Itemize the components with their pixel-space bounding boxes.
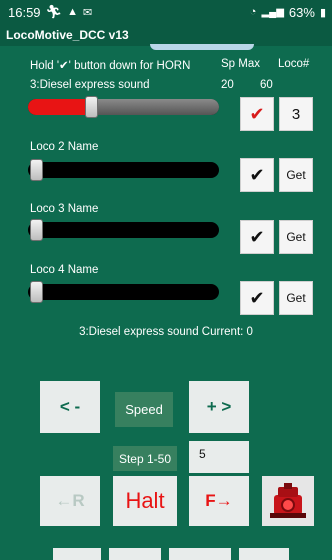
loco3-horn-check-button[interactable]: ✔	[240, 220, 274, 254]
loco2-speed-slider[interactable]	[28, 159, 219, 181]
loco1-speed-slider[interactable]	[28, 96, 219, 118]
battery-icon: ▮	[319, 6, 326, 19]
loco1-speed-value: 20	[221, 79, 234, 91]
loco1-slider-thumb[interactable]	[85, 96, 98, 118]
reverse-button[interactable]: ←R	[40, 476, 100, 526]
loco1-sp-max: 60	[260, 79, 273, 91]
title-tab-indicator	[150, 44, 254, 50]
loco3-name: Loco 3 Name	[30, 203, 99, 215]
signal-icon: ▂▄▆	[261, 6, 284, 18]
loco1-horn-check-button[interactable]: ✔	[240, 97, 274, 131]
loco1-slider-fill	[28, 99, 91, 115]
loco-number-header: Loco#	[278, 58, 310, 70]
loco3-speed-slider[interactable]	[28, 219, 219, 241]
speed-decrease-button[interactable]: < -	[40, 381, 100, 433]
loco2-slider-thumb[interactable]	[30, 159, 43, 181]
clock: 16:59	[8, 4, 41, 20]
halt-button[interactable]: Halt	[113, 476, 177, 526]
battery-percent: 63%	[288, 4, 315, 20]
bottom-button-3[interactable]	[169, 548, 231, 560]
wifi-icon: ◔	[249, 6, 257, 18]
speed-label: Speed	[115, 392, 173, 427]
loco1-slider-rest	[91, 99, 219, 115]
loco4-name: Loco 4 Name	[30, 264, 99, 276]
horn-hint: Hold '✔' button down for HORN	[30, 60, 191, 72]
app-title: LocoMotive_DCC v13	[6, 28, 129, 42]
bottom-button-4[interactable]	[239, 548, 289, 560]
forward-button[interactable]: F→	[189, 476, 249, 526]
speed-increase-button[interactable]: + >	[189, 381, 249, 433]
locomotive-image[interactable]	[262, 476, 314, 526]
status-bar: 16:59 🏃︎ ▲ ✉ ◔ ▂▄▆ 63% ▮	[0, 0, 332, 24]
loco2-horn-check-button[interactable]: ✔	[240, 158, 274, 192]
step-input[interactable]: 5	[189, 441, 249, 473]
locomotive-icon	[270, 483, 306, 518]
step-label: Step 1-50	[113, 446, 177, 471]
run-icon: 🏃︎	[45, 4, 63, 19]
loco4-speed-slider[interactable]	[28, 281, 219, 303]
bottom-button-2[interactable]	[109, 548, 161, 560]
sp-max-header: Sp Max	[221, 58, 260, 70]
loco4-horn-check-button[interactable]: ✔	[240, 281, 274, 315]
bottom-button-1[interactable]	[53, 548, 101, 560]
loco2-name: Loco 2 Name	[30, 141, 99, 153]
loco3-slider-thumb[interactable]	[30, 219, 43, 241]
loco1-name: 3:Diesel express sound	[30, 79, 150, 91]
loco2-get-button[interactable]: Get	[279, 158, 313, 192]
loco1-number-field[interactable]: 3	[279, 97, 313, 131]
app-title-bar: LocoMotive_DCC v13	[0, 24, 332, 46]
loco3-get-button[interactable]: Get	[279, 220, 313, 254]
loco4-get-button[interactable]: Get	[279, 281, 313, 315]
loco4-slider-thumb[interactable]	[30, 281, 43, 303]
alert-icon: ▲	[67, 6, 78, 18]
current-status: 3:Diesel express sound Current: 0	[79, 326, 253, 338]
mail-icon: ✉	[82, 6, 93, 19]
